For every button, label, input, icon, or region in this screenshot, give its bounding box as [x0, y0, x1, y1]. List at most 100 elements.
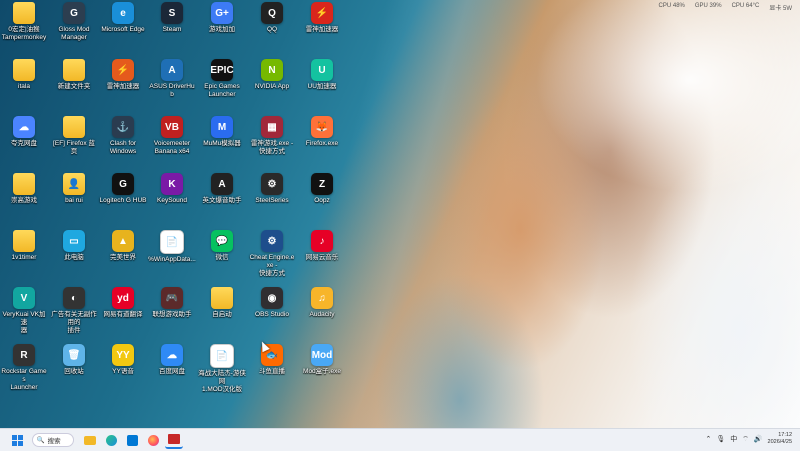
desktop-icon[interactable]: itala	[0, 59, 48, 91]
desktop-icon[interactable]: YY YY语音	[99, 344, 147, 376]
desktop-icon[interactable]: ▲ 完美世界	[99, 230, 147, 262]
desktop-icon[interactable]: N NVIDIA App	[248, 59, 296, 91]
app-icon: ☁	[13, 116, 35, 138]
app-icon: ⚡	[311, 2, 333, 24]
desktop-icon[interactable]: Q QQ	[248, 2, 296, 34]
desktop-icon[interactable]: 新建文件夹	[50, 59, 98, 91]
desktop-icon-label: 百度网盘	[159, 368, 185, 375]
desktop-icon[interactable]: 自启动	[198, 287, 246, 319]
desktop-icon[interactable]: A ASUS DriverHub	[148, 59, 196, 99]
desktop-icon-label: 英文爆音助手	[202, 197, 242, 204]
desktop-icon[interactable]: ⚙ Cheat Engine.exe - 快捷方式	[248, 230, 296, 278]
desktop-icon[interactable]: 💬 微信	[198, 230, 246, 262]
app-icon: ◉	[261, 287, 283, 309]
store-taskbar-button[interactable]	[123, 432, 141, 448]
taskbar-search[interactable]: 🔍 搜索	[31, 433, 74, 447]
desktop-icon-label: 斗鱼直播	[259, 368, 285, 375]
desktop-icon[interactable]: 🗑 回收站	[50, 344, 98, 376]
app-icon: ▭	[63, 230, 85, 252]
desktop-icon-label: Microsoft Edge	[101, 26, 145, 33]
file-explorer-taskbar-button[interactable]	[81, 432, 99, 448]
desktop-icon[interactable]: VB Voicemeeter Banana x64	[148, 116, 196, 156]
folder-icon	[13, 230, 35, 252]
desktop-icon[interactable]: S Steam	[148, 2, 196, 34]
desktop-icon[interactable]: ▭ 此电脑	[50, 230, 98, 262]
folder-icon	[84, 435, 96, 445]
desktop[interactable]: 0宏定|油猴 Tampermonkey G Gloss Mod Manager e Mi…	[0, 0, 800, 428]
folder-icon	[13, 2, 35, 24]
app-icon: ⚙	[261, 173, 283, 195]
folder-icon	[63, 59, 85, 81]
app-icon: S	[161, 2, 183, 24]
desktop-icon-label: Logitech G HUB	[99, 197, 147, 204]
desktop-icon[interactable]: 🎮 联想游戏助手	[148, 287, 196, 319]
desktop-icon[interactable]: 📄 海战大陆杰-游侠网 1.MOD汉化版	[198, 344, 246, 394]
desktop-icon[interactable]: ♫ Audacity	[298, 287, 346, 319]
desktop-icon-label: Cheat Engine.exe - 快捷方式	[249, 254, 295, 277]
cpu-usage: CPU 48%	[658, 3, 685, 9]
desktop-icon-label: Oopz	[314, 197, 330, 204]
media-taskbar-button[interactable]	[165, 431, 183, 449]
desktop-icon[interactable]: yd 网易有道翻译	[99, 287, 147, 319]
gpu-power: 显卡 5W	[769, 6, 792, 12]
desktop-icon[interactable]: ☁ 夸克网盘	[0, 116, 48, 148]
wifi-icon[interactable]: ⌔	[742, 435, 749, 444]
desktop-icon[interactable]: Z Oopz	[298, 173, 346, 205]
microphone-icon[interactable]: 🎙	[716, 435, 725, 443]
desktop-icon[interactable]: ◉ OBS Studio	[248, 287, 296, 319]
desktop-icon[interactable]: M MuMu模拟器	[198, 116, 246, 148]
chevron-up-icon[interactable]: ⌃	[705, 435, 711, 443]
system-monitor-overlay: CPU 48% GPU 39% CPU 64°C 显卡 5W	[659, 3, 792, 12]
desktop-icon[interactable]: R Rockstar Games Launcher	[0, 344, 48, 392]
desktop-icon[interactable]: 1v1timer	[0, 230, 48, 262]
app-icon: V	[13, 287, 35, 309]
clock[interactable]: 17:12 2026/4/25	[768, 432, 792, 446]
app-icon: ▲	[112, 230, 134, 252]
desktop-icon[interactable]: EPIC Epic Games Launcher	[198, 59, 246, 99]
desktop-icon[interactable]: ♪ 网易云音乐	[298, 230, 346, 262]
edge-icon	[105, 434, 117, 446]
search-icon: 🔍	[36, 437, 45, 444]
desktop-icon[interactable]: 👤 bai rui	[50, 173, 98, 205]
desktop-icon[interactable]: ⚙ SteelSeries	[248, 173, 296, 205]
desktop-icon[interactable]: ▦ 雷神游戏.exe - 快捷方式	[248, 116, 296, 156]
desktop-icon[interactable]: G Logitech G HUB	[99, 173, 147, 205]
desktop-icon[interactable]: 📄 %WinAppData...	[148, 230, 196, 264]
desktop-icon[interactable]: ⚡ 雷神加速器	[298, 2, 346, 34]
desktop-icon[interactable]: Mod Mod盒子.exe	[298, 344, 346, 376]
desktop-icon-label: bai rui	[65, 197, 83, 204]
desktop-icon[interactable]: 崇高游戏	[0, 173, 48, 205]
desktop-icon-label: 崇高游戏	[11, 197, 37, 204]
desktop-icon[interactable]: 🐟 斗鱼直播	[248, 344, 296, 376]
edge-taskbar-button[interactable]	[102, 432, 120, 448]
desktop-icon[interactable]: ⚓ Clash for Windows	[99, 116, 147, 156]
desktop-icon-label: MuMu模拟器	[203, 140, 241, 147]
firefox-taskbar-button[interactable]	[144, 432, 162, 448]
desktop-icon[interactable]: ☁ 百度网盘	[148, 344, 196, 376]
desktop-icon-label: NVIDIA App	[254, 83, 290, 90]
desktop-icon-label: 雷神加速器	[305, 26, 339, 33]
desktop-icon[interactable]: 0宏定|油猴 Tampermonkey	[0, 2, 48, 42]
desktop-icon[interactable]: e Microsoft Edge	[99, 2, 147, 34]
app-icon: ⚓	[112, 116, 134, 138]
desktop-icon[interactable]: ◐ 广告有关无副作用的 插件	[50, 287, 98, 335]
desktop-icon-label: 游戏加加	[209, 26, 235, 33]
desktop-icon[interactable]: 🦊 Firefox.exe	[298, 116, 346, 148]
desktop-icon[interactable]: V VeryKuai VK加速 器	[0, 287, 48, 335]
start-button[interactable]	[8, 432, 26, 448]
desktop-icon[interactable]: [EF] Firefox 蓝页	[50, 116, 98, 156]
desktop-icon[interactable]: A 英文爆音助手	[198, 173, 246, 205]
app-icon: 🎮	[161, 287, 183, 309]
app-icon: 📄	[210, 344, 234, 368]
desktop-icon[interactable]: G+ 游戏加加	[198, 2, 246, 34]
desktop-icon[interactable]: U UU加速器	[298, 59, 346, 91]
desktop-icon-label: 此电脑	[64, 254, 84, 261]
desktop-icon-label: Gloss Mod Manager	[58, 26, 90, 41]
input-method-indicator[interactable]: 中	[730, 434, 737, 444]
desktop-icon[interactable]: ⚡ 雷神加速器	[99, 59, 147, 91]
volume-icon[interactable]: 🔊	[754, 435, 763, 443]
desktop-icon[interactable]: K KeySound	[148, 173, 196, 205]
firefox-icon	[147, 434, 159, 446]
desktop-icon[interactable]: G Gloss Mod Manager	[50, 2, 98, 42]
media-app-icon	[168, 434, 180, 444]
